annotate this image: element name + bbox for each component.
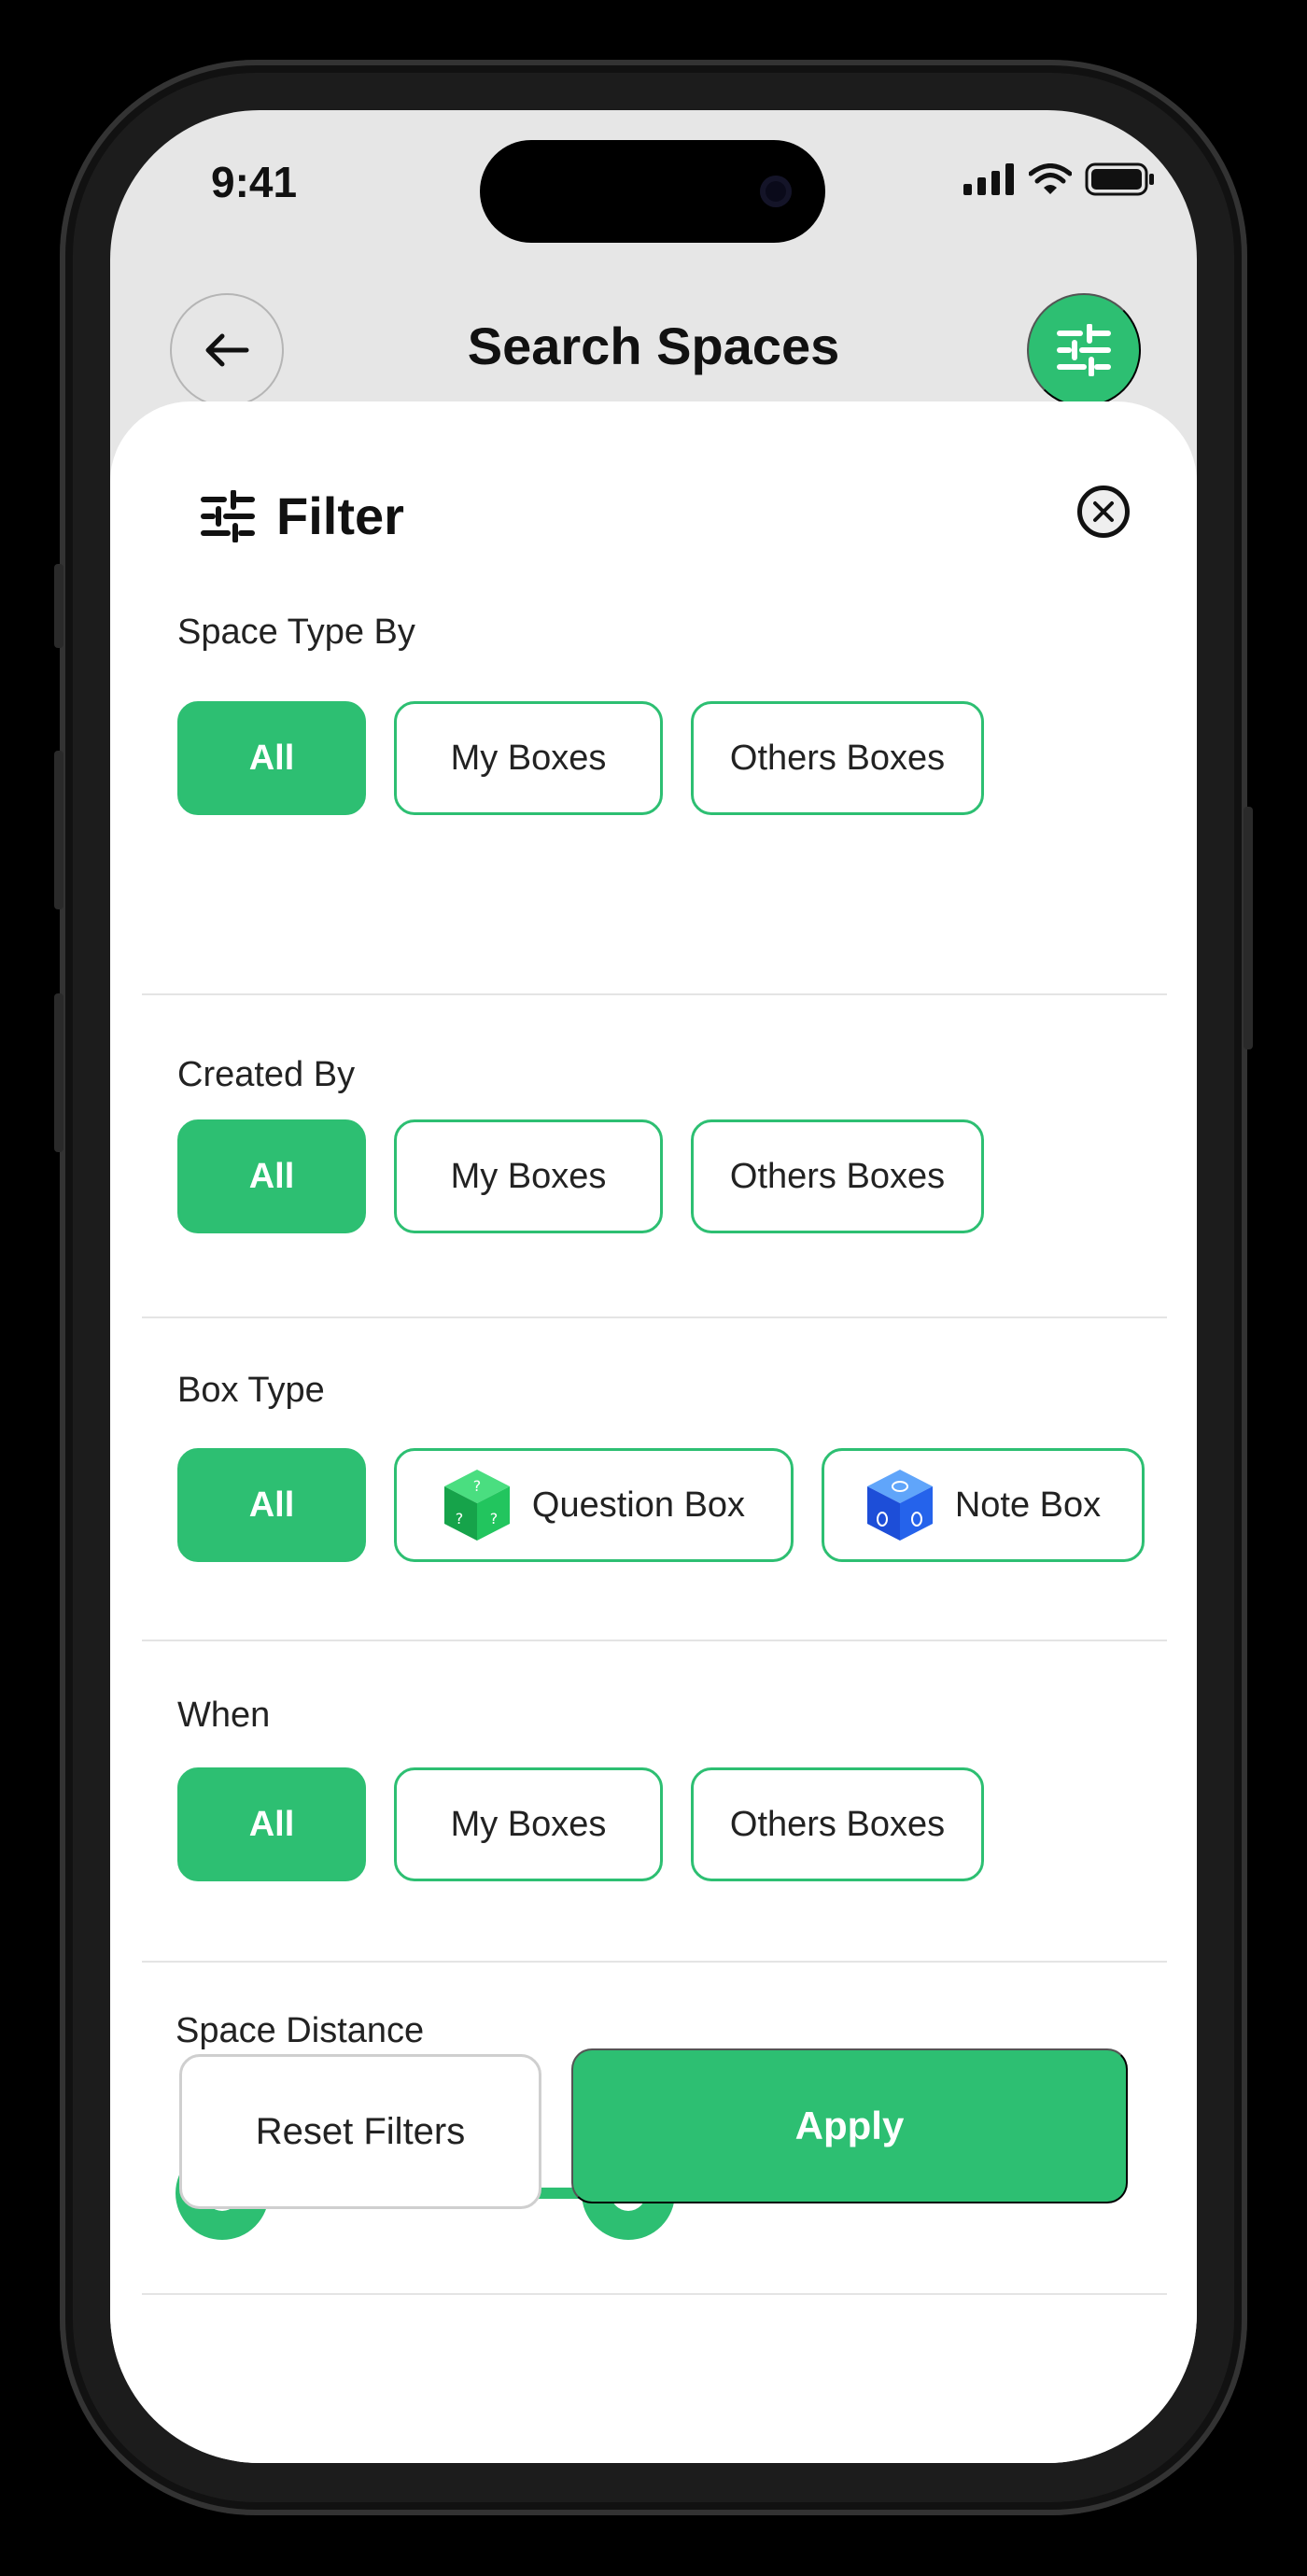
chip-all[interactable]: All	[177, 1767, 366, 1881]
chip-others-boxes[interactable]: Others Boxes	[691, 701, 984, 815]
divider	[142, 993, 1167, 995]
chip-label: Note Box	[954, 1485, 1102, 1525]
divider	[142, 2293, 1167, 2295]
chip-question-box[interactable]: ? ? ? Question Box	[394, 1448, 794, 1562]
status-time: 9:41	[211, 158, 298, 206]
divider	[142, 1316, 1167, 1318]
filter-title: Filter	[276, 486, 404, 545]
action-button	[54, 564, 63, 648]
svg-text:?: ?	[456, 1510, 464, 1527]
section-label: Space Type By	[177, 612, 415, 652]
camera-icon	[760, 176, 792, 207]
chip-all[interactable]: All	[177, 1119, 366, 1233]
question-cube-icon: ? ? ?	[443, 1470, 510, 1541]
section-label: When	[177, 1696, 271, 1735]
chip-label: Question Box	[531, 1485, 746, 1525]
section-label: Created By	[177, 1055, 356, 1094]
divider	[142, 1961, 1167, 1963]
close-button[interactable]	[1077, 486, 1130, 538]
chip-all[interactable]: All	[177, 1448, 366, 1562]
chip-note-box[interactable]: Note Box	[822, 1448, 1145, 1562]
wifi-icon	[1029, 163, 1072, 194]
sliders-icon	[201, 489, 255, 542]
app-screen: 9:41 Search Spaces Filter Space Type By …	[110, 110, 1197, 2463]
note-cube-icon	[866, 1470, 933, 1541]
chip-my-boxes[interactable]: My Boxes	[394, 1119, 663, 1233]
section-space-type: Space Type By All My Boxes Others Boxes	[177, 612, 1148, 815]
svg-text:?: ?	[490, 1510, 499, 1527]
battery-icon	[1085, 162, 1154, 196]
power-button	[1244, 807, 1253, 1049]
dynamic-island	[480, 140, 825, 243]
section-created-by: Created By All My Boxes Others Boxes	[177, 1055, 1148, 1233]
apply-button[interactable]: Apply	[571, 2048, 1128, 2203]
filter-sheet-header: Filter	[200, 486, 404, 546]
chip-others-boxes[interactable]: Others Boxes	[691, 1119, 984, 1233]
signal-icon	[963, 163, 1014, 195]
svg-text:?: ?	[473, 1477, 482, 1495]
section-label: Box Type	[177, 1371, 325, 1410]
chip-all[interactable]: All	[177, 701, 366, 815]
volume-up-button	[54, 751, 63, 909]
section-label: Space Distance	[176, 2011, 425, 2050]
close-circle-icon	[1093, 501, 1114, 522]
reset-filters-button[interactable]: Reset Filters	[179, 2054, 541, 2209]
divider	[142, 1640, 1167, 1641]
chip-others-boxes[interactable]: Others Boxes	[691, 1767, 984, 1881]
chip-my-boxes[interactable]: My Boxes	[394, 701, 663, 815]
chip-my-boxes[interactable]: My Boxes	[394, 1767, 663, 1881]
filter-button[interactable]	[1027, 293, 1141, 407]
filter-sheet: Filter Space Type By All My Boxes Others…	[110, 401, 1197, 2463]
section-when: When All My Boxes Others Boxes	[177, 1696, 1148, 1881]
volume-down-button	[54, 993, 63, 1152]
status-icons	[963, 162, 1156, 196]
sliders-icon	[1057, 324, 1111, 376]
section-box-type: Box Type All ? ? ? Question Box Note Box	[177, 1371, 1148, 1562]
